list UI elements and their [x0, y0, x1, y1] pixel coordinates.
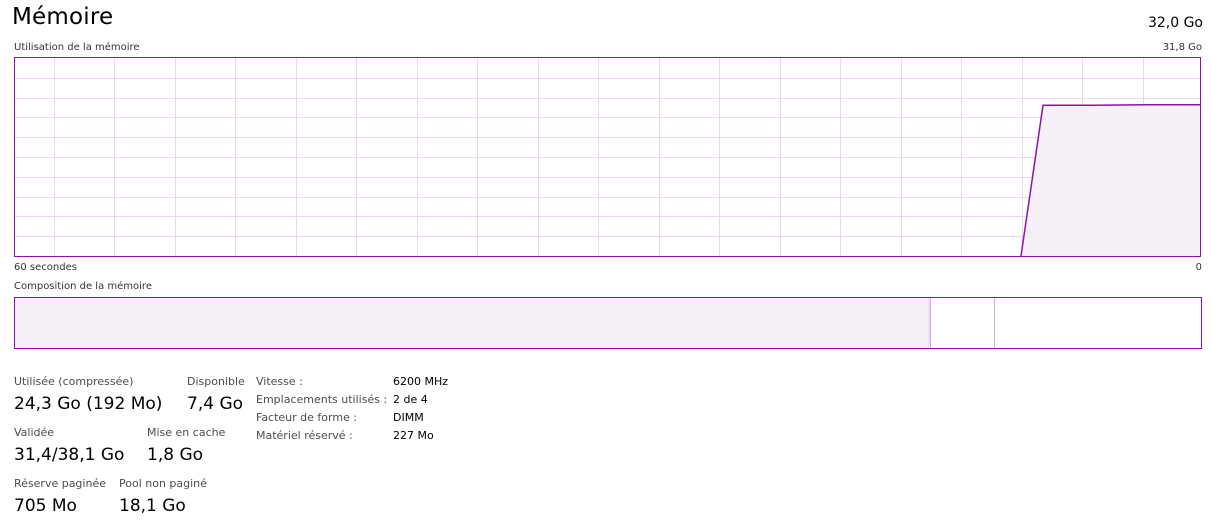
usage-graph-max-label: 31,8 Go — [1162, 42, 1202, 53]
memory-usage-graph — [14, 57, 1201, 257]
paged-pool-label: Réserve paginée — [14, 477, 106, 490]
nonpaged-pool-value: 18,1 Go — [119, 496, 186, 516]
composition-label: Composition de la mémoire — [14, 281, 152, 292]
slots-value: 2 de 4 — [393, 393, 428, 406]
hardware-reserved-label: Matériel réservé : — [256, 429, 353, 442]
usage-area — [1021, 104, 1200, 256]
graph-time-end-label: 0 — [1195, 262, 1202, 273]
available-value: 7,4 Go — [187, 394, 244, 414]
composition-in-use-segment[interactable] — [15, 298, 929, 348]
graph-time-start-label: 60 secondes — [14, 262, 77, 273]
composition-standby-divider — [994, 298, 995, 348]
available-label: Disponible — [187, 375, 245, 388]
slots-label: Emplacements utilisés : — [256, 393, 388, 406]
form-factor-value: DIMM — [393, 411, 424, 424]
usage-graph-label: Utilisation de la mémoire — [14, 42, 140, 53]
composition-modified-segment[interactable] — [928, 298, 931, 348]
committed-label: Validée — [14, 426, 55, 439]
form-factor-label: Facteur de forme : — [256, 411, 358, 424]
paged-pool-value: 705 Mo — [14, 496, 77, 516]
speed-label: Vitesse : — [256, 375, 303, 388]
used-value: 24,3 Go (192 Mo) — [14, 394, 163, 414]
used-label: Utilisée (compressée) — [14, 375, 134, 388]
committed-value: 31,4/38,1 Go — [14, 445, 125, 465]
page-title: Mémoire — [12, 4, 114, 30]
hardware-reserved-value: 227 Mo — [393, 429, 434, 442]
memory-composition-bar[interactable] — [14, 297, 1202, 349]
total-memory: 32,0 Go — [1147, 15, 1203, 31]
cached-value: 1,8 Go — [147, 445, 204, 465]
cached-label: Mise en cache — [147, 426, 226, 439]
speed-value: 6200 MHz — [393, 375, 449, 388]
nonpaged-pool-label: Pool non paginé — [119, 477, 207, 490]
memory-usage-chart — [15, 58, 1200, 256]
